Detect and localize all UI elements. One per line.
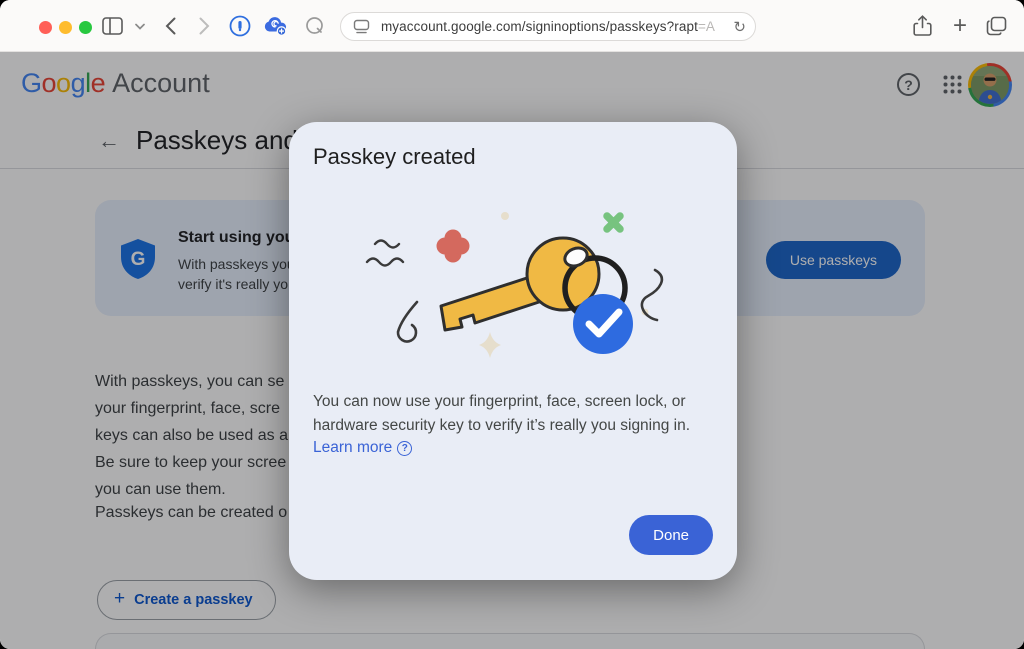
minimize-window-button[interactable] bbox=[59, 21, 72, 34]
back-icon[interactable] bbox=[158, 14, 182, 38]
done-button[interactable]: Done bbox=[629, 515, 713, 555]
page-settings-icon[interactable] bbox=[353, 19, 370, 40]
new-tab-icon[interactable]: + bbox=[948, 14, 972, 38]
tab-search-icon[interactable] bbox=[303, 14, 327, 38]
squiggle-wave bbox=[375, 241, 399, 248]
tab-overview-icon[interactable] bbox=[984, 14, 1008, 38]
zoom-window-button[interactable] bbox=[79, 21, 92, 34]
url-text: myaccount.google.com/signinoptions/passk… bbox=[381, 19, 715, 34]
clover-shape bbox=[437, 230, 470, 263]
key-shaft bbox=[441, 276, 542, 330]
share-icon[interactable] bbox=[910, 14, 934, 38]
green-x-shape bbox=[607, 216, 620, 229]
dialog-title: Passkey created bbox=[313, 144, 476, 170]
key-illustration bbox=[353, 194, 673, 385]
browser-toolbar: myaccount.google.com/signinoptions/passk… bbox=[0, 0, 1024, 52]
sparkle-shape bbox=[479, 332, 501, 358]
url-fade: =A bbox=[698, 19, 715, 34]
password-manager-icon[interactable] bbox=[228, 14, 252, 38]
address-bar[interactable]: myaccount.google.com/signinoptions/passk… bbox=[340, 12, 756, 41]
learn-more-link[interactable]: Learn more ? bbox=[313, 439, 412, 457]
extension-cloud-icon[interactable] bbox=[264, 14, 288, 38]
dialog-body-text: You can now use your fingerprint, face, … bbox=[313, 390, 690, 438]
chevron-down-icon[interactable] bbox=[128, 14, 152, 38]
help-circle-icon: ? bbox=[397, 441, 412, 456]
web-content: GoogleAccount ? bbox=[0, 52, 1024, 649]
browser-window: myaccount.google.com/signinoptions/passk… bbox=[0, 0, 1024, 649]
close-window-button[interactable] bbox=[39, 21, 52, 34]
learn-more-label: Learn more bbox=[313, 439, 392, 457]
reload-icon[interactable]: ↻ bbox=[733, 18, 746, 36]
passkey-created-dialog: Passkey created bbox=[289, 122, 737, 580]
forward-icon[interactable] bbox=[192, 14, 216, 38]
sidebar-toggle-icon[interactable] bbox=[100, 14, 124, 38]
check-badge bbox=[573, 294, 633, 354]
